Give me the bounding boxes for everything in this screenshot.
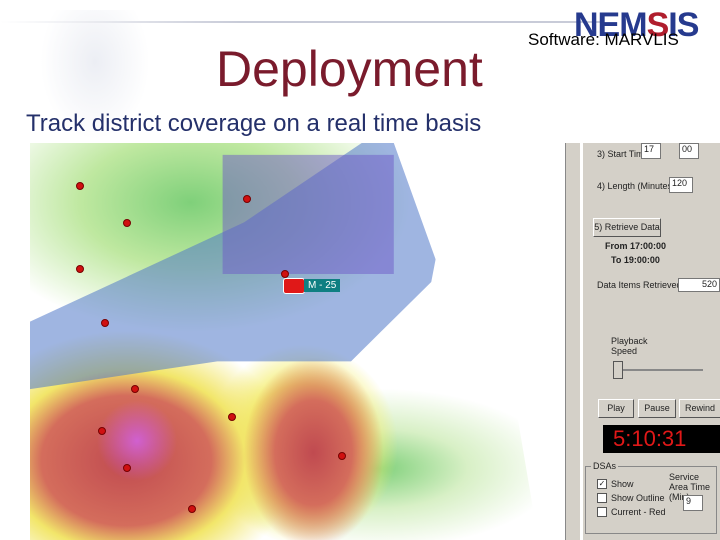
playback-speed-label: Playback Speed xyxy=(611,336,648,356)
station-marker[interactable] xyxy=(228,413,236,421)
current-red-label: Current - Red xyxy=(611,507,666,517)
station-marker[interactable] xyxy=(123,464,131,472)
pause-button[interactable]: Pause xyxy=(638,399,676,418)
header-rule xyxy=(0,21,600,23)
retrieve-data-button[interactable]: 5) Retrieve Data xyxy=(593,218,661,237)
station-marker[interactable] xyxy=(131,385,139,393)
station-marker[interactable] xyxy=(101,319,109,327)
from-time: From 17:00:00 xyxy=(605,241,667,251)
show-outline-label: Show Outline xyxy=(611,493,665,503)
slide-subtitle: Track district coverage on a real time b… xyxy=(26,110,482,137)
playback-slider-track[interactable] xyxy=(613,369,703,371)
items-retrieved-label: Data Items Retrieved xyxy=(597,280,682,290)
show-outline-checkbox[interactable] xyxy=(597,493,607,503)
rewind-button[interactable]: Rewind xyxy=(679,399,720,418)
station-marker[interactable] xyxy=(76,265,84,273)
show-label: Show xyxy=(611,479,634,489)
station-marker[interactable] xyxy=(76,182,84,190)
service-area-input[interactable]: 9 xyxy=(683,495,703,511)
ambulance-icon[interactable] xyxy=(283,278,305,294)
playback-slider-thumb[interactable] xyxy=(613,361,623,379)
dsas-label: DSAs xyxy=(591,461,619,471)
current-red-checkbox[interactable] xyxy=(597,507,607,517)
control-panel: 3) Start Time 17 00 4) Length (Minutes) … xyxy=(583,143,720,540)
play-button[interactable]: Play xyxy=(598,399,634,418)
map-scrollbar[interactable] xyxy=(565,143,580,540)
unit-label: M - 25 xyxy=(304,279,341,292)
playback-clock: 5:10:31 xyxy=(603,425,720,453)
items-retrieved-value: 520 xyxy=(678,278,720,292)
start-minute-input[interactable]: 00 xyxy=(679,143,699,159)
station-marker[interactable] xyxy=(98,427,106,435)
software-label: Software: MARVLIS xyxy=(528,30,679,49)
to-time: To 19:00:00 xyxy=(611,255,660,265)
station-marker[interactable] xyxy=(188,505,196,513)
start-hour-input[interactable]: 17 xyxy=(641,143,661,159)
length-label: 4) Length (Minutes) xyxy=(597,181,676,191)
coverage-map[interactable] xyxy=(30,143,565,540)
station-marker[interactable] xyxy=(281,270,289,278)
station-marker[interactable] xyxy=(123,219,131,227)
slide-title: Deployment xyxy=(216,41,483,97)
station-marker[interactable] xyxy=(243,195,251,203)
length-input[interactable]: 120 xyxy=(669,177,693,193)
show-checkbox[interactable]: ✓ xyxy=(597,479,607,489)
station-marker[interactable] xyxy=(338,452,346,460)
